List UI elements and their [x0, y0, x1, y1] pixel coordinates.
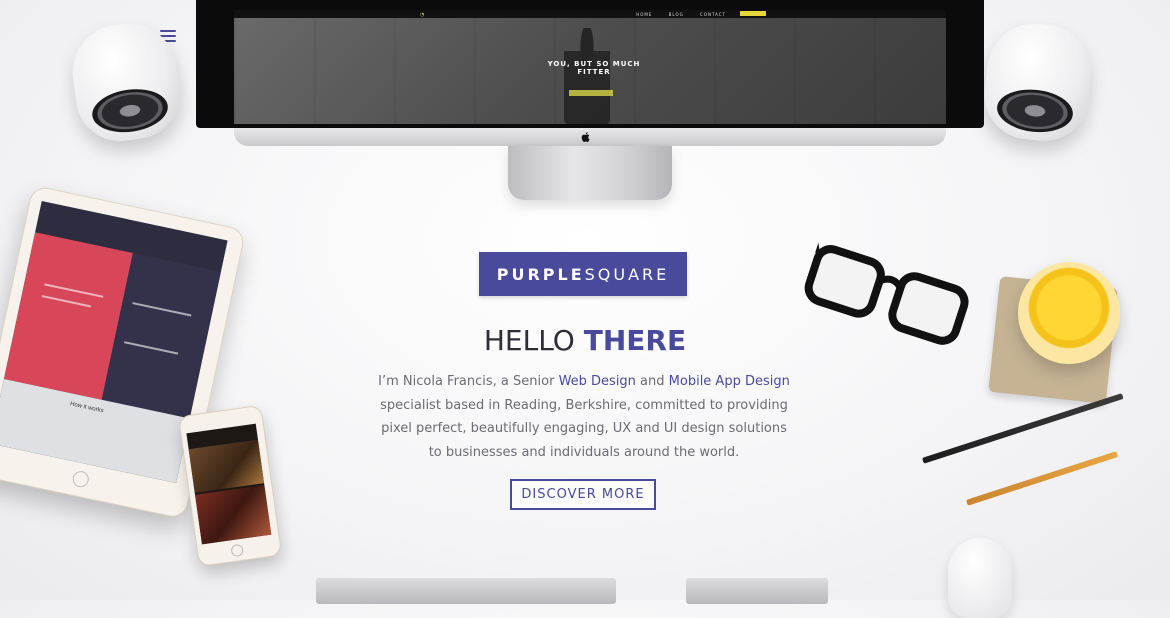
- black-pencil-image: [922, 393, 1124, 464]
- apple-logo-icon: [581, 132, 590, 142]
- logo-bold-text: PURPLE: [496, 264, 585, 284]
- glasses-image: [804, 234, 969, 345]
- left-speaker-image: [66, 17, 186, 147]
- monitor-headline: YOU, BUT SO MUCH FITTER: [524, 60, 664, 76]
- monitor-nav-item: CONTACT: [700, 12, 726, 17]
- mouse-image: [948, 538, 1012, 618]
- yellow-pencil-image: [966, 451, 1119, 506]
- monitor-headline-line: YOU, BUT SO MUCH: [547, 60, 641, 68]
- intro-text: I’m Nicola Francis, a Senior: [378, 374, 559, 389]
- purple-square-logo[interactable]: PURPLE SQUARE: [479, 252, 687, 296]
- web-design-link[interactable]: Web Design: [559, 374, 636, 389]
- monitor-nav-item: BLOG: [668, 12, 684, 17]
- logo-light-text: SQUARE: [584, 264, 670, 284]
- monitor-nav: HOME BLOG CONTACT: [622, 12, 726, 17]
- hero-heading: HELLO THERE: [435, 324, 735, 357]
- trackpad-image: [686, 578, 828, 604]
- hero-heading-accent: THERE: [583, 324, 687, 357]
- right-speaker-image: [980, 18, 1096, 146]
- monitor-screen: ◔ HOME BLOG CONTACT YOU, BUT SO MUCH FIT…: [234, 10, 946, 124]
- keyboard-image: [316, 578, 616, 604]
- monitor-logo-icon: ◔: [420, 12, 425, 18]
- athlete-figure: [564, 28, 610, 124]
- monitor-nav-button: [740, 11, 766, 16]
- hero-intro: I’m Nicola Francis, a Senior Web Design …: [376, 370, 792, 464]
- hero-heading-plain: HELLO: [483, 324, 575, 357]
- monitor-stand: [508, 146, 672, 200]
- mobile-app-design-link[interactable]: Mobile App Design: [669, 374, 790, 389]
- juice-glass-image: [1018, 262, 1120, 364]
- monitor-screen-button: [569, 90, 613, 96]
- intro-text: and: [635, 374, 669, 389]
- monitor-image: ◔ HOME BLOG CONTACT YOU, BUT SO MUCH FIT…: [196, 0, 984, 146]
- discover-more-button[interactable]: DISCOVER MORE: [510, 479, 656, 510]
- intro-text: specialist based in Reading, Berkshire, …: [380, 397, 788, 460]
- phone-image: [177, 404, 283, 567]
- monitor-nav-item: HOME: [636, 12, 653, 17]
- monitor-headline-line: FITTER: [577, 68, 611, 76]
